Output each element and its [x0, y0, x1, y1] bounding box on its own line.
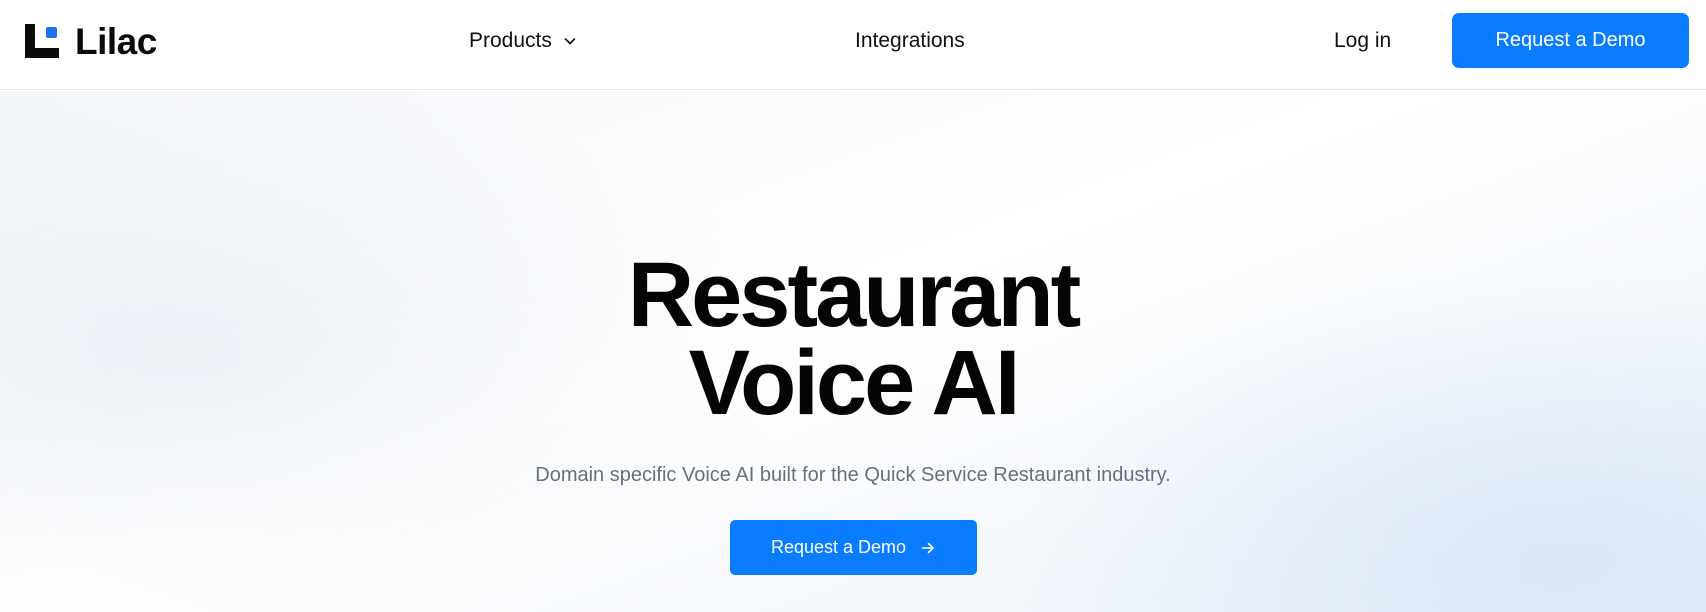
login-label: Log in: [1334, 29, 1392, 52]
nav-products-label: Products: [469, 29, 552, 52]
chevron-down-icon: [564, 38, 576, 45]
nav-integrations-link[interactable]: Integrations: [855, 26, 965, 56]
hero-subtitle: Domain specific Voice AI built for the Q…: [535, 464, 1171, 486]
hero-title-line-1: Restaurant: [627, 244, 1082, 346]
lilac-logo-icon: [25, 24, 59, 58]
brand-name: Lilac: [75, 20, 157, 62]
request-demo-button[interactable]: Request a Demo: [1452, 13, 1689, 68]
hero-title-line-2: Voice AI: [688, 332, 1021, 434]
request-demo-label: Request a Demo: [1495, 29, 1646, 51]
nav-products-menu[interactable]: Products: [469, 26, 578, 56]
hero-request-demo-button[interactable]: Request a Demo: [730, 520, 977, 575]
hero-title: Restaurant Voice AI: [0, 244, 1706, 434]
top-navbar: Lilac Products Integrations Log in Reque…: [0, 0, 1706, 90]
login-link[interactable]: Log in: [1334, 26, 1391, 56]
brand-logo[interactable]: Lilac: [25, 22, 157, 60]
arrow-right-icon: [921, 542, 934, 553]
nav-integrations-label: Integrations: [855, 29, 965, 52]
hero-cta-label: Request a Demo: [770, 537, 907, 557]
hero-section: Restaurant Voice AI Domain specific Voic…: [0, 91, 1706, 612]
